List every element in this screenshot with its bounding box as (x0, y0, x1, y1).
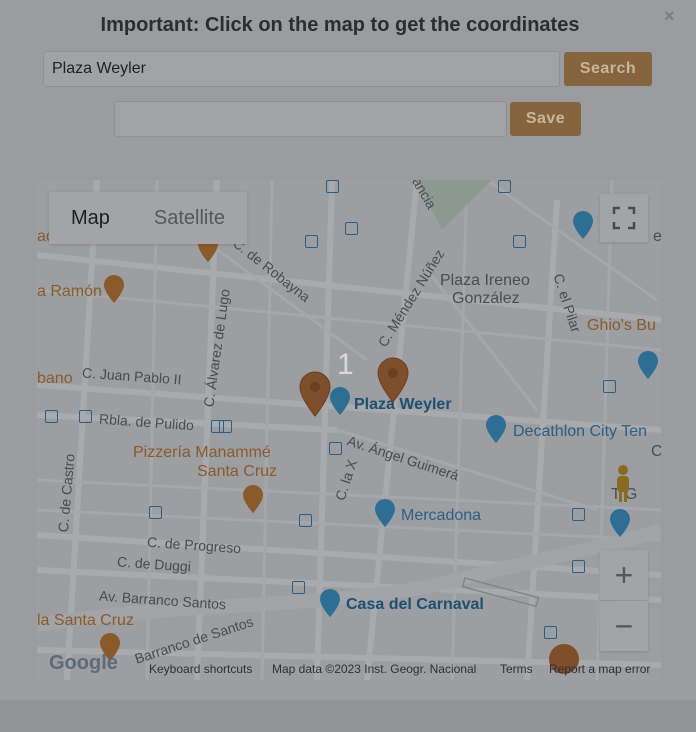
poi-pin-icon[interactable] (319, 588, 341, 618)
restaurant-pin-icon[interactable] (103, 274, 125, 304)
map-data-attribution: Map data ©2023 Inst. Geogr. Nacional (272, 662, 477, 676)
poi-pin-icon[interactable] (609, 508, 631, 538)
plus-icon: + (614, 556, 634, 593)
google-logo[interactable]: Google (49, 652, 118, 675)
place-label: e (653, 228, 661, 245)
poi-label: bano (37, 370, 73, 387)
map-type-map[interactable]: Map (49, 192, 132, 244)
poi-pin-icon[interactable] (329, 386, 351, 416)
dialog-title: Important: Click on the map to get the c… (100, 14, 580, 36)
marker-pin-icon[interactable] (376, 356, 410, 404)
search-button[interactable]: Search (564, 52, 652, 86)
fullscreen-button[interactable] (600, 194, 648, 242)
fullscreen-icon (612, 206, 636, 230)
coordinates-input[interactable] (114, 101, 507, 137)
place-label: C (651, 443, 661, 460)
poi-pin-icon[interactable] (572, 210, 594, 240)
poi-pin-icon[interactable] (374, 498, 396, 528)
zoom-out-button[interactable]: − (600, 601, 648, 651)
poi-label: Casa del Carnaval (346, 596, 484, 613)
marker-pin-icon[interactable] (298, 370, 332, 418)
poi-label: a Ramón (37, 283, 102, 300)
poi-label: Decathlon City Ten (513, 423, 647, 440)
save-button[interactable]: Save (510, 102, 581, 136)
poi-label: Pizzería Manammé (133, 444, 271, 461)
place-label: Plaza Ireneo (440, 272, 530, 289)
close-icon[interactable]: × (664, 6, 675, 27)
terms-link[interactable]: Terms (500, 662, 533, 676)
restaurant-pin-icon[interactable] (242, 484, 264, 514)
zoom-in-button[interactable]: + (600, 550, 648, 600)
poi-pin-icon[interactable] (485, 414, 507, 444)
map-type-satellite[interactable]: Satellite (132, 192, 247, 244)
poi-label: Ghio's Bu (587, 317, 656, 334)
poi-label: la Santa Cruz (37, 612, 134, 629)
poi-label: Mercadona (401, 507, 482, 524)
keyboard-shortcuts-link[interactable]: Keyboard shortcuts (149, 662, 252, 676)
search-input[interactable] (43, 51, 560, 87)
pegman-icon (617, 465, 629, 502)
poi-pin-icon[interactable] (637, 350, 659, 380)
place-label: González (452, 290, 520, 307)
marker-label: 1 (337, 348, 354, 381)
map-type-control: Map Satellite (49, 192, 248, 244)
minus-icon: − (614, 607, 634, 644)
map-canvas[interactable]: mancia C. de Robayna C. Méndez Núñez C. … (37, 180, 661, 680)
poi-label: Santa Cruz (197, 463, 278, 480)
report-map-error-link[interactable]: Report a map error (549, 662, 650, 676)
dialog-footer (0, 700, 696, 732)
street-view-pegman[interactable] (612, 464, 634, 504)
